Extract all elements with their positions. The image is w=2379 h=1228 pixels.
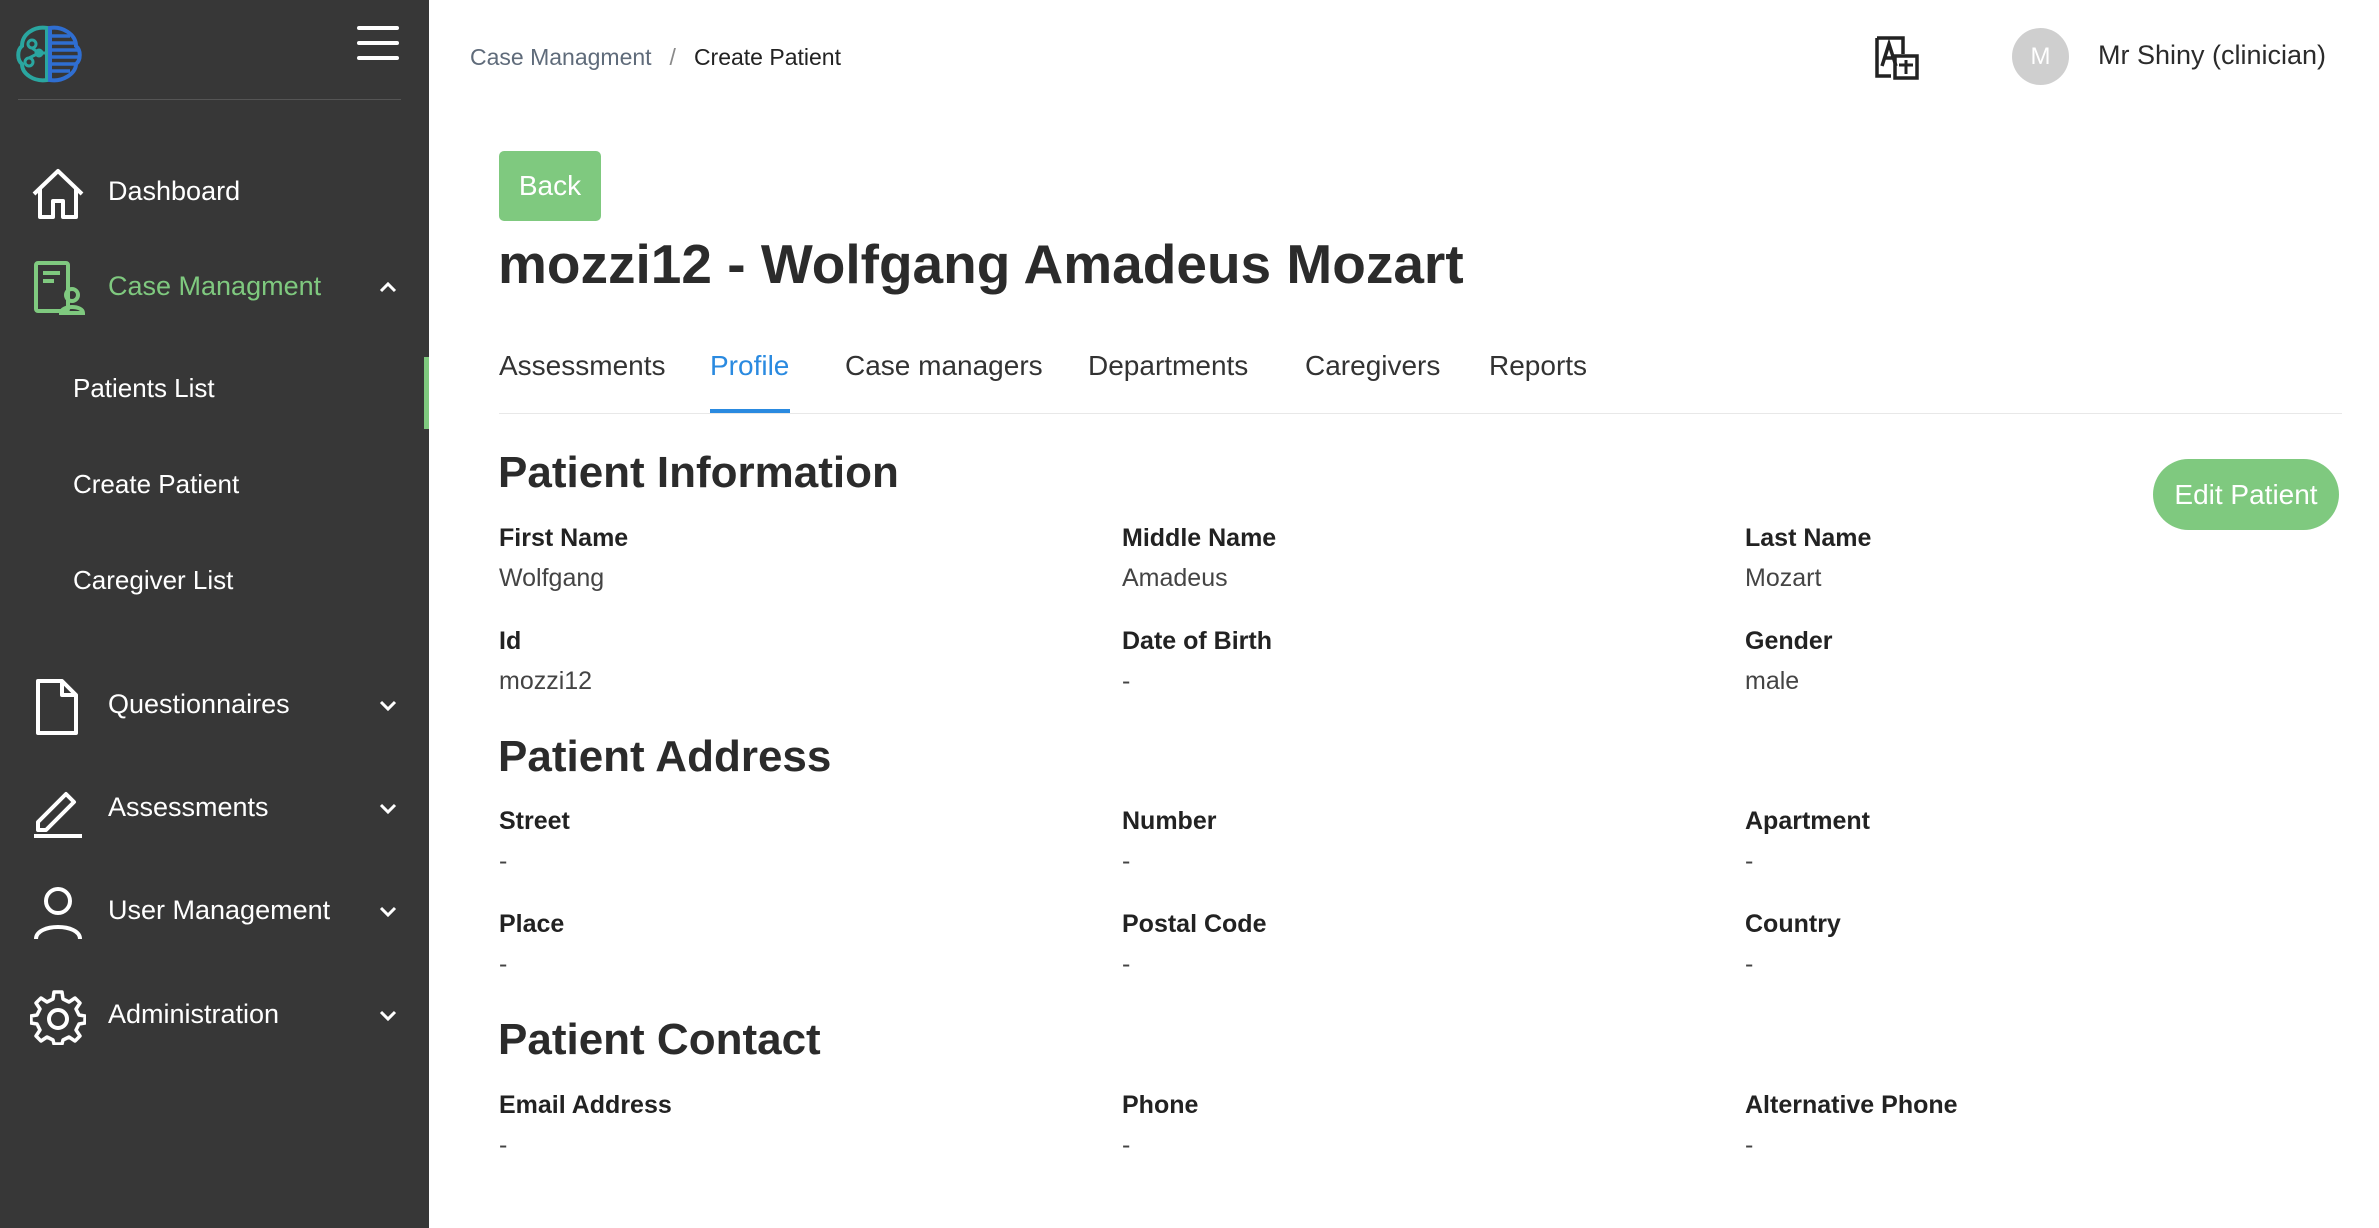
field-label: Gender [1745,627,1833,655]
breadcrumb-separator: / [669,44,676,70]
field-id: Id mozzi12 [499,627,1059,696]
field-postal-code: Postal Code - [1122,910,1682,979]
sidebar-item-label: Assessments [108,792,269,822]
field-country: Country - [1745,910,2305,979]
sidebar-subitem-patients-list[interactable]: Patients List [0,357,429,429]
field-value: - [499,1131,508,1159]
field-label: Country [1745,910,1841,938]
field-label: Id [499,627,522,655]
field-apartment: Apartment - [1745,807,2305,876]
back-button[interactable]: Back [499,151,601,221]
field-value: - [1122,847,1131,875]
chevron-up-icon [376,275,400,299]
field-value: - [1122,667,1131,695]
tab-case-managers[interactable]: Case managers [845,350,1043,382]
field-first-name: First Name Wolfgang [499,524,1059,593]
section-title-patient-information: Patient Information [498,448,899,497]
field-value: - [499,847,508,875]
field-value: - [1122,950,1131,978]
translate-icon[interactable] [1873,34,1921,82]
sidebar-subitem-caregiver-list[interactable]: Caregiver List [0,549,429,611]
sidebar-subitem-create-patient[interactable]: Create Patient [0,453,429,515]
field-label: Phone [1122,1091,1199,1119]
field-phone: Phone - [1122,1091,1682,1160]
tab-departments[interactable]: Departments [1088,350,1248,382]
sidebar-item-label: User Management [108,895,331,925]
field-last-name: Last Name Mozart [1745,524,2305,593]
field-label: Street [499,807,570,835]
brain-logo-icon[interactable] [14,22,84,86]
chevron-down-icon [376,693,400,717]
sidebar-item-label: Dashboard [108,176,241,206]
tab-reports[interactable]: Reports [1489,350,1587,382]
sidebar-item-questionnaires[interactable]: Questionnaires [0,665,429,745]
pencil-icon [30,782,86,838]
field-label: Number [1122,807,1217,835]
field-label: Alternative Phone [1745,1091,1958,1119]
tab-assessments[interactable]: Assessments [499,350,666,382]
user-icon [30,885,86,941]
breadcrumb: Case Managment / Create Patient [470,44,841,71]
field-alternative-phone: Alternative Phone - [1745,1091,2305,1160]
avatar[interactable]: M [2012,28,2069,85]
field-label: First Name [499,524,629,552]
case-file-icon [30,261,86,317]
field-street: Street - [499,807,1059,876]
breadcrumb-link-case-managment[interactable]: Case Managment [470,44,652,70]
chevron-down-icon [376,796,400,820]
field-value: - [1745,847,1754,875]
field-value: mozzi12 [499,667,593,695]
sidebar-subitem-label: Patients List [73,373,215,403]
sidebar-item-case-managment[interactable]: Case Managment [0,247,429,327]
sidebar-item-dashboard[interactable]: Dashboard [0,152,429,232]
section-title-patient-address: Patient Address [498,732,832,781]
section-title-patient-contact: Patient Contact [498,1015,821,1064]
active-tab-indicator [710,409,790,413]
sidebar-item-label: Administration [108,999,280,1029]
field-email-address: Email Address - [499,1091,1059,1160]
field-label: Apartment [1745,807,1871,835]
sidebar: Dashboard Case Managment Patients List C… [0,0,429,1228]
sidebar-item-label: Case Managment [108,271,322,301]
field-date-of-birth: Date of Birth - [1122,627,1682,696]
sidebar-item-user-management[interactable]: User Management [0,871,429,951]
tab-bar: Assessments Profile Case managers Depart… [499,336,2342,414]
sidebar-item-administration[interactable]: Administration [0,975,429,1055]
field-value: - [499,950,508,978]
field-label: Postal Code [1122,910,1267,938]
chevron-down-icon [376,899,400,923]
menu-toggle-icon[interactable] [357,26,399,62]
field-value: Wolfgang [499,564,605,592]
edit-patient-button[interactable]: Edit Patient [2153,459,2339,530]
field-value: male [1745,667,1800,695]
tab-profile[interactable]: Profile [710,350,789,382]
sidebar-subitem-label: Create Patient [73,469,240,499]
field-value: - [1745,1131,1754,1159]
field-value: - [1122,1131,1131,1159]
sidebar-divider [18,99,401,100]
field-label: Email Address [499,1091,672,1119]
tab-caregivers[interactable]: Caregivers [1305,350,1440,382]
field-label: Place [499,910,565,938]
field-label: Middle Name [1122,524,1277,552]
field-place: Place - [499,910,1059,979]
sidebar-item-label: Questionnaires [108,689,290,719]
field-gender: Gender male [1745,627,2305,696]
field-label: Last Name [1745,524,1872,552]
breadcrumb-current: Create Patient [693,44,841,70]
document-icon [30,679,86,735]
field-value: Amadeus [1122,564,1228,592]
gear-icon [29,989,87,1046]
sidebar-item-assessments[interactable]: Assessments [0,768,429,848]
page-title: mozzi12 - Wolfgang Amadeus Mozart [498,233,1464,295]
user-name[interactable]: Mr Shiny (clinician) [2098,40,2326,71]
field-value: Mozart [1745,564,1822,592]
field-number: Number - [1122,807,1682,876]
field-value: - [1745,950,1754,978]
home-icon [30,166,86,222]
chevron-down-icon [376,1003,400,1027]
field-label: Date of Birth [1122,627,1272,655]
sidebar-subitem-label: Caregiver List [73,565,234,595]
field-middle-name: Middle Name Amadeus [1122,524,1682,593]
